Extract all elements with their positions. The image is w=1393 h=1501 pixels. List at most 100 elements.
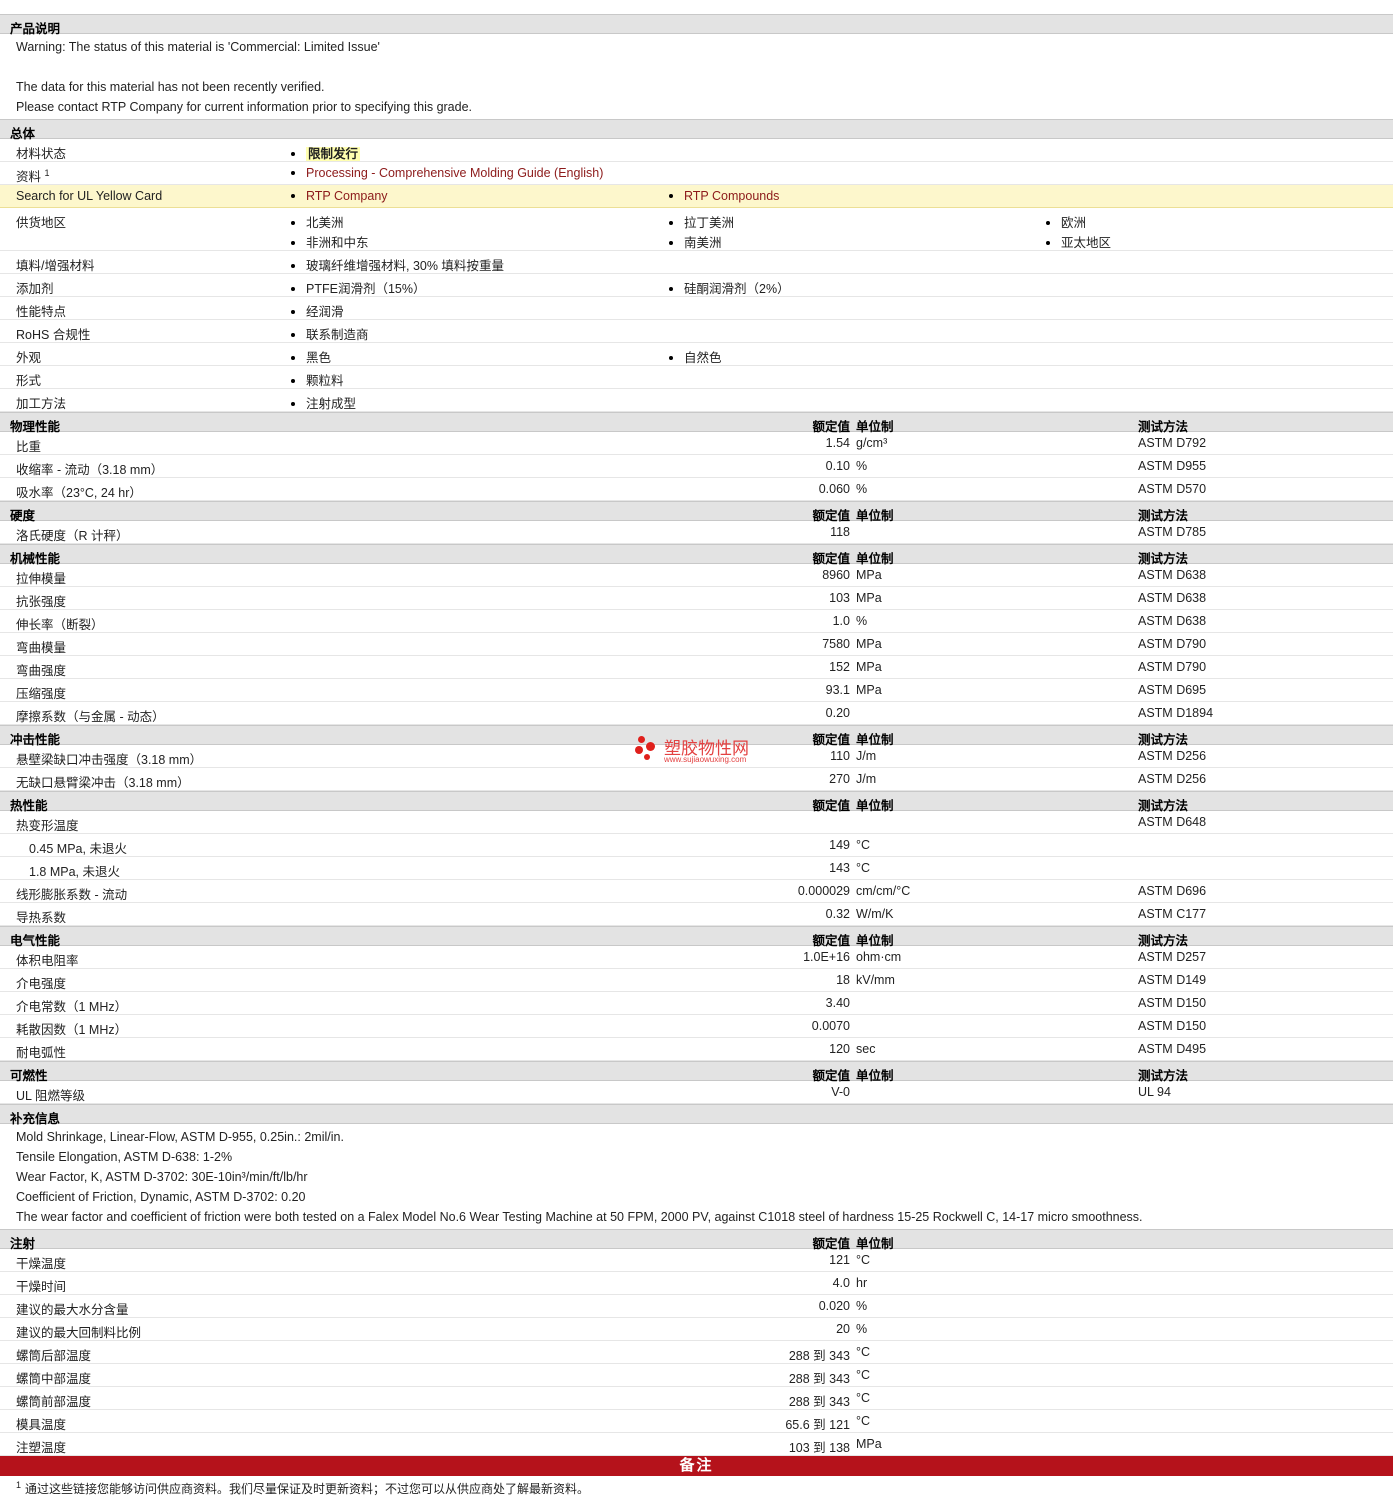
property-value: 120 [829,1042,850,1056]
region-text: 南美洲 [684,236,722,250]
bullet-icon [291,151,295,156]
property-value: 288 到 343 [788,1372,850,1386]
property-unit: °C [856,838,871,852]
property-method: ASTM C177 [1138,907,1207,921]
table-row: 抗张强度 103 MPa ASTM D638 [0,587,1393,610]
table-row: 模具温度 65.6 到 121 °C [0,1410,1393,1433]
watermark-logo: 塑胶物性网 www.sujiaowuxing.com [634,734,774,770]
property-label: 介电强度 [16,977,67,991]
property-unit: % [856,459,868,473]
bullet-icon [291,263,295,268]
property-label: 摩擦系数（与金属 - 动态） [16,710,165,724]
bullet-icon [669,193,673,198]
docs-cell: Processing - Comprehensive Molding Guide… [291,166,603,180]
row-processing: 加工方法 注射成型 [0,389,1393,412]
row-filler: 填料/增强材料 玻璃纤维增强材料, 30% 填料按重量 [0,251,1393,274]
table-row: UL 阻燃等级 V-0 UL 94 [0,1081,1393,1104]
property-value: 18 [836,973,850,987]
region-item: 北美洲 [291,212,344,231]
row-label: 加工方法 [16,397,67,411]
additive-value: PTFE润滑剂（15%） [306,282,426,296]
property-label: 建议的最大回制料比例 [16,1326,142,1340]
section-mechanical: 机械性能 额定值 单位制 测试方法 [0,544,1393,566]
rtp-company-link[interactable]: RTP Company [306,189,388,203]
property-value: 0.32 [825,907,850,921]
property-value: 8960 [822,568,850,582]
additive-cell-1: PTFE润滑剂（15%） [291,278,425,297]
rtp-compounds-link[interactable]: RTP Compounds [684,189,779,203]
docs-label-text: 资料 [16,170,42,184]
bullet-icon [291,332,295,337]
property-unit: °C [856,1345,871,1359]
form-value: 颗粒料 [306,374,344,388]
table-row: 体积电阻率 1.0E+16 ohm·cm ASTM D257 [0,946,1393,969]
table-row: 干燥温度 121 °C [0,1249,1393,1272]
region-text: 北美洲 [306,216,344,230]
section-thermal: 热性能 额定值 单位制 测试方法 [0,791,1393,813]
property-method: ASTM D790 [1138,637,1207,651]
filler-cell: 玻璃纤维增强材料, 30% 填料按重量 [291,255,504,274]
property-value: V-0 [831,1085,850,1099]
property-value: 1.54 [825,436,850,450]
logo-dot-icon [644,754,650,760]
row-rohs: RoHS 合规性 联系制造商 [0,320,1393,343]
table-row: 摩擦系数（与金属 - 动态） 0.20 ASTM D1894 [0,702,1393,725]
section-flammability: 可燃性 额定值 单位制 测试方法 [0,1061,1393,1083]
property-unit: °C [856,1253,871,1267]
property-label: 比重 [16,440,42,454]
property-label: 弯曲模量 [16,641,67,655]
property-method: ASTM D790 [1138,660,1207,674]
property-unit: °C [856,1414,871,1428]
supplement-line: Tensile Elongation, ASTM D-638: 1-2% [16,1150,233,1164]
bullet-icon [291,170,295,175]
property-label: 注塑温度 [16,1441,67,1455]
property-unit: MPa [856,637,882,651]
table-row: 螺筒后部温度 288 到 343 °C [0,1341,1393,1364]
row-material-status: 材料状态 限制发行 [0,139,1393,162]
additive-value: 硅酮润滑剂（2%） [684,282,790,296]
table-row: 介电强度 18 kV/mm ASTM D149 [0,969,1393,992]
property-value: 7580 [822,637,850,651]
row-features: 性能特点 经润滑 [0,297,1393,320]
property-unit: MPa [856,1437,882,1451]
table-row: 介电常数（1 MHz） 3.40 ASTM D150 [0,992,1393,1015]
rohs-value: 联系制造商 [306,328,369,342]
ul-cell-2: RTP Compounds [669,189,779,203]
table-row: 建议的最大回制料比例 20% [0,1318,1393,1341]
property-value: 110 [830,749,850,763]
region-item: 欧洲 [1046,212,1086,231]
property-unit: ohm·cm [856,950,902,964]
description-line: Warning: The status of this material is … [16,40,380,54]
property-unit: °C [856,1368,871,1382]
property-value: 0.0070 [811,1019,850,1033]
property-method: ASTM D570 [1138,482,1207,496]
region-text: 非洲和中东 [306,236,369,250]
description-blank-line [16,57,1377,77]
section-hardness: 硬度 额定值 单位制 测试方法 [0,501,1393,523]
property-unit: MPa [856,568,882,582]
bullet-icon [669,220,673,225]
table-row: 拉伸模量 8960 MPa ASTM D638 [0,564,1393,587]
property-unit: J/m [856,749,877,763]
region-text: 拉丁美洲 [684,216,735,230]
table-row: 伸长率（断裂） 1.0% ASTM D638 [0,610,1393,633]
appearance-value: 黑色 [306,351,332,365]
property-label: 螺筒前部温度 [16,1395,92,1409]
property-label: 体积电阻率 [16,954,79,968]
property-label: 拉伸模量 [16,572,67,586]
property-value: 149 [829,838,850,852]
property-unit: kV/mm [856,973,895,987]
bullet-icon [291,220,295,225]
property-value: 0.060 [818,482,850,496]
property-unit: °C [856,861,871,875]
row-label: 材料状态 [16,147,67,161]
property-label: 收缩率 - 流动（3.18 mm） [16,463,164,477]
property-value: 0.020 [818,1299,850,1313]
table-row: 干燥时间 4.0 hr [0,1272,1393,1295]
property-method: ASTM D638 [1138,614,1207,628]
property-label: 导热系数 [16,911,67,925]
bullet-icon [291,309,295,314]
row-label: RoHS 合规性 [16,328,91,342]
processing-guide-link[interactable]: Processing - Comprehensive Molding Guide… [306,166,603,180]
property-label: 抗张强度 [16,595,67,609]
